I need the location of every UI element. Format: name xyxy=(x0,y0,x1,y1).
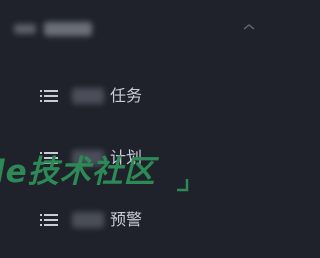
redacted-header-title xyxy=(44,22,92,36)
sidebar-item-task[interactable]: 任务 xyxy=(0,78,279,114)
redacted-item-prefix xyxy=(72,88,104,104)
list-icon xyxy=(40,90,58,102)
list-icon xyxy=(40,214,58,226)
sidebar-item-label: 任务 xyxy=(110,86,143,105)
redacted-item-prefix xyxy=(72,212,104,228)
sidebar-item-label: 预警 xyxy=(110,210,143,229)
sidebar-panel: 任务 计划 预警 le技术社区 xyxy=(0,0,279,258)
watermark-overlay: le技术社区 xyxy=(0,138,279,198)
sidebar-group-header[interactable] xyxy=(0,0,279,58)
redacted-header-icon xyxy=(14,24,36,34)
corner-bracket-icon xyxy=(177,179,189,192)
sidebar-item-alert[interactable]: 预警 xyxy=(0,202,279,238)
watermark-text: le技术社区 xyxy=(0,154,156,190)
chevron-up-icon[interactable] xyxy=(243,22,255,32)
